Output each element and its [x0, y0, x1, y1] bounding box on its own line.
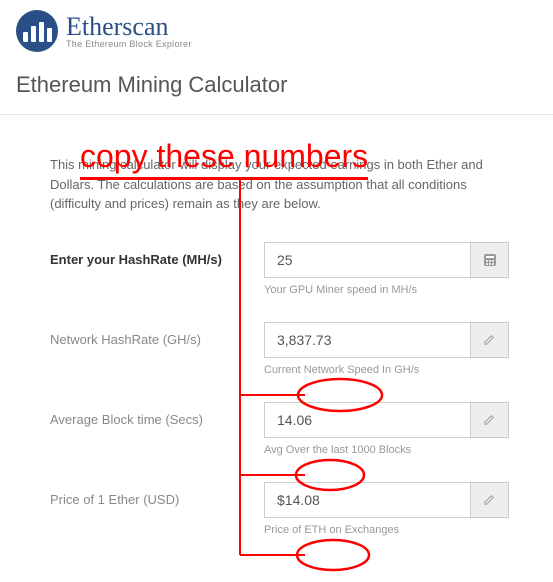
hint-price: Price of ETH on Exchanges — [264, 524, 509, 536]
page-title-bar: Ethereum Mining Calculator — [0, 58, 553, 115]
row-network: Network HashRate (GH/s) Current Network … — [50, 322, 509, 376]
brand-name: Etherscan — [66, 14, 192, 40]
edit-icon[interactable] — [470, 403, 508, 437]
edit-icon[interactable] — [470, 323, 508, 357]
page-title: Ethereum Mining Calculator — [16, 72, 537, 98]
network-input[interactable] — [265, 323, 470, 357]
hint-hashrate: Your GPU Miner speed in MH/s — [264, 284, 509, 296]
logo-text: Etherscan The Ethereum Block Explorer — [66, 14, 192, 49]
price-input[interactable] — [265, 483, 470, 517]
logo-icon — [16, 10, 58, 52]
label-network: Network HashRate (GH/s) — [50, 322, 264, 347]
blocktime-input[interactable] — [265, 403, 470, 437]
site-header: Etherscan The Ethereum Block Explorer — [0, 0, 553, 58]
calculator-form: This mining calculator will display your… — [0, 115, 553, 582]
label-hashrate: Enter your HashRate (MH/s) — [50, 242, 264, 267]
row-hashrate: Enter your HashRate (MH/s) Your GPU Mine… — [50, 242, 509, 296]
hint-network: Current Network Speed In GH/s — [264, 364, 509, 376]
label-price: Price of 1 Ether (USD) — [50, 482, 264, 507]
hashrate-input[interactable] — [265, 243, 470, 277]
edit-icon[interactable] — [470, 483, 508, 517]
row-price: Price of 1 Ether (USD) Price of ETH on E… — [50, 482, 509, 536]
label-blocktime: Average Block time (Secs) — [50, 402, 264, 427]
calculator-icon[interactable] — [470, 243, 508, 277]
row-blocktime: Average Block time (Secs) Avg Over the l… — [50, 402, 509, 456]
intro-text: This mining calculator will display your… — [50, 155, 509, 214]
hint-blocktime: Avg Over the last 1000 Blocks — [264, 444, 509, 456]
brand-tagline: The Ethereum Block Explorer — [66, 40, 192, 49]
